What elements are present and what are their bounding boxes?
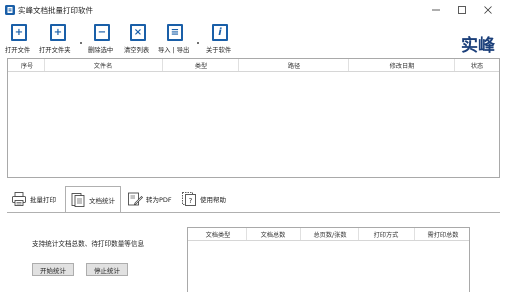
open-file-button[interactable]: + 打开文件 xyxy=(4,20,36,56)
brand-logo: 实峰 xyxy=(461,36,495,56)
column-header-path[interactable]: 路径 xyxy=(244,61,344,70)
import-export-button[interactable]: ≡ 导入 | 导出 xyxy=(157,20,195,56)
title-bar: 实峰文档批量打印软件 xyxy=(0,0,505,20)
window-title: 实峰文档批量打印软件 xyxy=(18,6,93,15)
maximize-icon xyxy=(458,6,466,14)
close-button[interactable] xyxy=(477,3,499,17)
open-folder-label: 打开文件夹 xyxy=(39,47,71,54)
open-folder-button[interactable]: + 打开文件夹 xyxy=(38,20,78,56)
tab-convert-pdf-label: 转为PDF xyxy=(146,196,172,204)
start-stats-button[interactable]: 开始统计 xyxy=(32,263,74,276)
column-divider xyxy=(44,59,45,71)
toolbar: + 打开文件 + 打开文件夹 − 删除选中 × 清空列表 ≡ 导入 | 导出 i… xyxy=(0,20,505,58)
printer-icon xyxy=(12,192,26,206)
column-header-type[interactable]: 类型 xyxy=(168,61,234,70)
import-export-icon: ≡ xyxy=(167,24,183,41)
tab-batch-print-label: 批量打印 xyxy=(30,196,56,204)
delete-selected-label: 删除选中 xyxy=(88,47,114,54)
column-divider xyxy=(348,59,349,71)
column-header-filename[interactable]: 文件名 xyxy=(48,61,158,70)
document-stats-icon xyxy=(71,193,85,207)
minimize-button[interactable] xyxy=(425,3,447,17)
about-button[interactable]: i 关于软件 xyxy=(204,20,238,56)
help-icon: ? xyxy=(182,192,196,206)
column-divider xyxy=(300,228,301,240)
column-header-modified[interactable]: 修改日期 xyxy=(352,61,452,70)
remove-icon: − xyxy=(94,24,110,41)
column-header-print-total[interactable]: 需打印总数 xyxy=(418,230,468,239)
stats-description: 支持统计文档总数、待打印数量等信息 xyxy=(32,240,145,248)
about-label: 关于软件 xyxy=(206,47,232,54)
column-divider xyxy=(162,59,163,71)
add-folder-icon: + xyxy=(50,24,66,41)
toolbar-separator xyxy=(197,42,199,44)
minimize-icon xyxy=(432,9,440,11)
column-divider xyxy=(414,228,415,240)
column-divider xyxy=(238,59,239,71)
column-header-status[interactable]: 状态 xyxy=(458,61,496,70)
column-header-index[interactable]: 序号 xyxy=(12,61,42,70)
column-divider xyxy=(454,59,455,71)
function-tabs: 批量打印 文档统计 转为PDF ? 使用帮助 xyxy=(7,186,500,213)
tab-document-stats[interactable]: 文档统计 xyxy=(65,186,121,213)
app-icon xyxy=(5,5,15,15)
column-header-doc-count[interactable]: 文档总数 xyxy=(250,230,296,239)
toolbar-separator xyxy=(80,42,82,44)
open-file-label: 打开文件 xyxy=(5,47,31,54)
column-divider xyxy=(358,228,359,240)
file-list-header: 序号 文件名 类型 路径 修改日期 状态 xyxy=(8,59,499,72)
add-file-icon: + xyxy=(11,24,27,41)
tab-batch-print[interactable]: 批量打印 xyxy=(7,186,63,212)
column-header-doc-type[interactable]: 文档类型 xyxy=(194,230,242,239)
tab-convert-pdf[interactable]: 转为PDF xyxy=(123,186,179,212)
tab-help-label: 使用帮助 xyxy=(200,196,226,204)
convert-pdf-icon xyxy=(128,192,143,206)
close-icon xyxy=(484,6,492,14)
import-export-label: 导入 | 导出 xyxy=(158,47,190,54)
column-header-page-count[interactable]: 总页数/张数 xyxy=(304,230,356,239)
clear-list-label: 清空列表 xyxy=(124,47,150,54)
maximize-button[interactable] xyxy=(451,3,473,17)
stats-table[interactable]: 文档类型 文档总数 总页数/张数 打印方式 需打印总数 xyxy=(187,227,470,292)
delete-selected-button[interactable]: − 删除选中 xyxy=(86,20,120,56)
stop-stats-button[interactable]: 停止统计 xyxy=(86,263,128,276)
tab-document-stats-label: 文档统计 xyxy=(89,197,115,205)
clear-list-button[interactable]: × 清空列表 xyxy=(122,20,154,56)
column-divider xyxy=(246,228,247,240)
info-icon: i xyxy=(212,24,228,41)
file-list[interactable]: 序号 文件名 类型 路径 修改日期 状态 xyxy=(7,58,500,178)
clear-list-icon: × xyxy=(130,24,146,41)
column-header-print-mode[interactable]: 打印方式 xyxy=(362,230,410,239)
stats-table-header: 文档类型 文档总数 总页数/张数 打印方式 需打印总数 xyxy=(188,228,469,241)
svg-text:?: ? xyxy=(189,197,193,205)
tab-help[interactable]: ? 使用帮助 xyxy=(177,186,235,212)
